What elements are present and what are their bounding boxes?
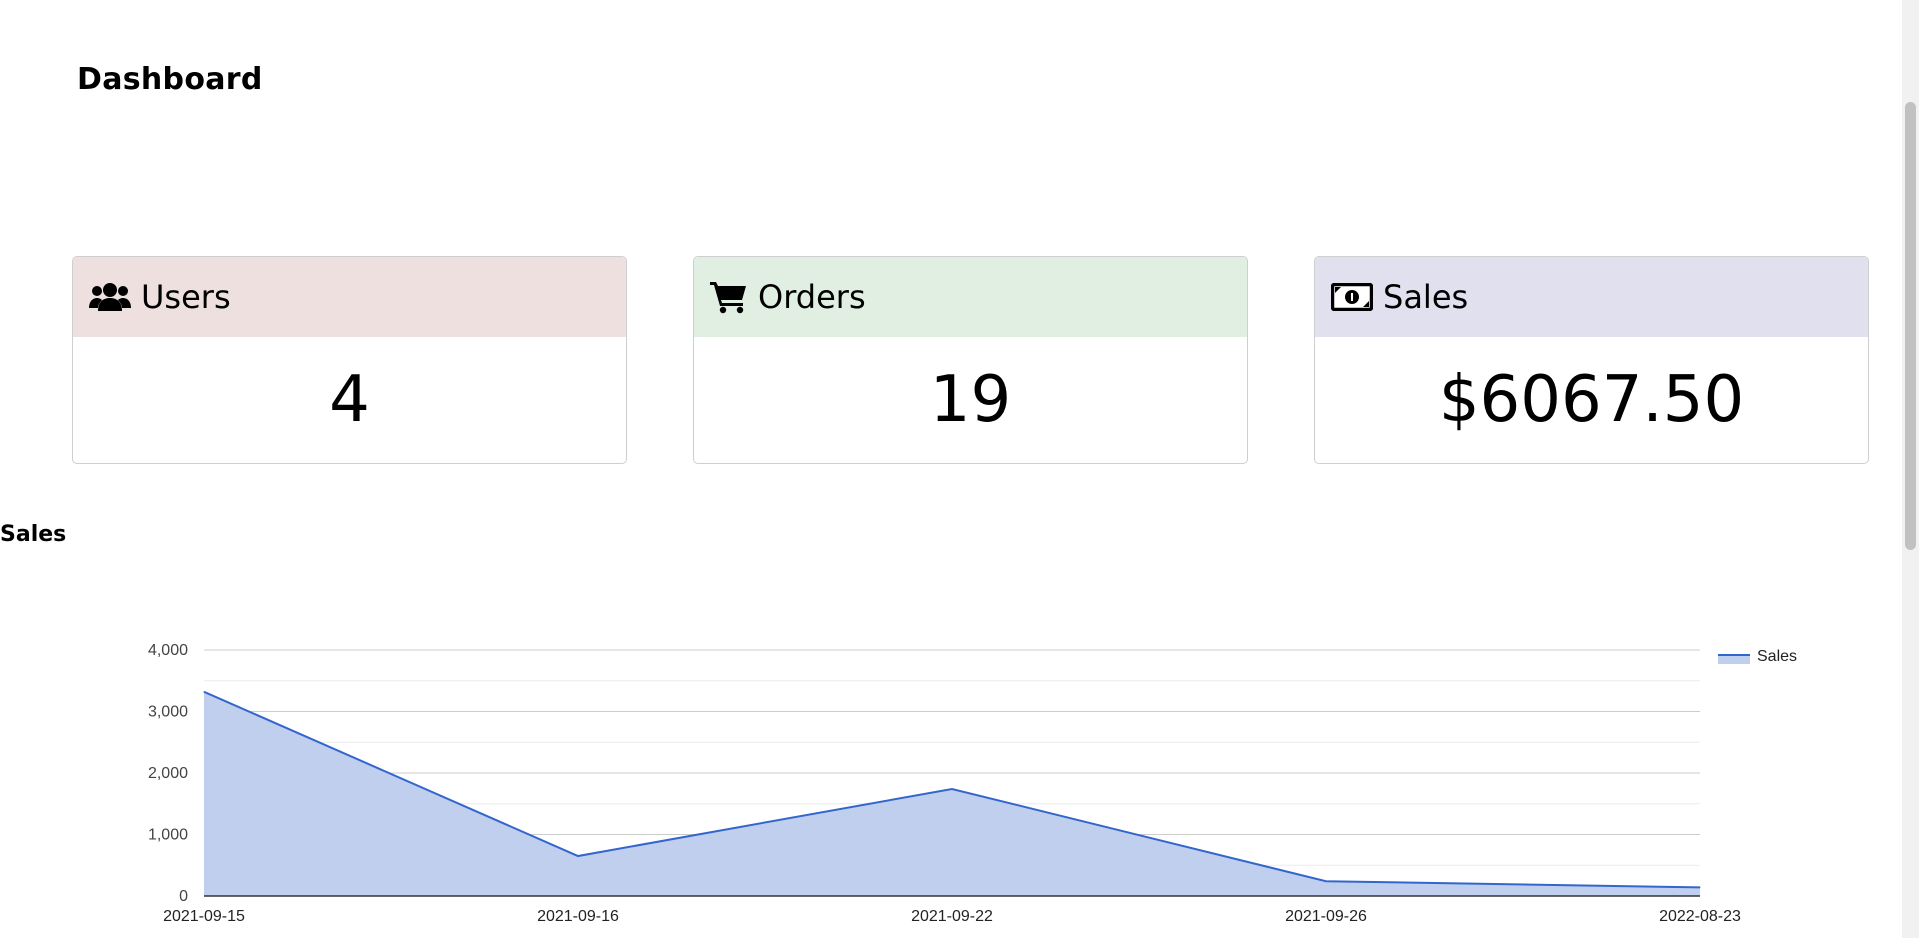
sales-card-header: Sales xyxy=(1315,257,1868,337)
y-tick-label: 4,000 xyxy=(148,642,188,659)
orders-card-label: Orders xyxy=(758,278,866,316)
y-tick-label: 0 xyxy=(179,888,188,905)
legend-swatch-fill xyxy=(1718,655,1750,664)
page-title: Dashboard xyxy=(77,62,263,97)
users-card: Users 4 xyxy=(72,256,627,464)
sales-data-point xyxy=(951,788,953,790)
money-bill-icon xyxy=(1331,283,1373,311)
orders-count: 19 xyxy=(929,363,1012,437)
users-card-label: Users xyxy=(141,278,231,316)
sales-data-point xyxy=(1699,886,1701,888)
scrollbar-thumb[interactable] xyxy=(1905,102,1916,550)
dashboard-page: Dashboard Users 4 Orders 19 Sales $6067.… xyxy=(0,0,1919,938)
users-card-header: Users xyxy=(73,257,626,337)
sales-data-point xyxy=(577,855,579,857)
sales-card-label: Sales xyxy=(1383,278,1469,316)
legend-label: Sales xyxy=(1757,648,1797,665)
sales-card: Sales $6067.50 xyxy=(1314,256,1869,464)
y-tick-label: 2,000 xyxy=(148,765,188,782)
sales-section-title: Sales xyxy=(0,522,67,547)
x-tick-label: 2021-09-22 xyxy=(911,908,993,925)
sales-area-chart: 0 1,000 2,000 3,000 4,000 2021-09-15 2021-09-1… xyxy=(148,642,1797,925)
y-tick-label: 1,000 xyxy=(148,827,188,844)
sales-data-point xyxy=(203,691,205,693)
orders-card-header: Orders xyxy=(694,257,1247,337)
x-tick-label: 2021-09-15 xyxy=(163,908,245,925)
y-tick-label: 3,000 xyxy=(148,704,188,721)
sales-total: $6067.50 xyxy=(1438,363,1745,437)
cart-icon xyxy=(710,280,748,314)
x-tick-label: 2021-09-26 xyxy=(1285,908,1367,925)
x-tick-label: 2022-08-23 xyxy=(1659,908,1741,925)
sales-data-point xyxy=(1325,880,1327,882)
x-tick-label: 2021-09-16 xyxy=(537,908,619,925)
vertical-scrollbar[interactable] xyxy=(1902,0,1919,938)
users-icon xyxy=(89,281,131,313)
users-count: 4 xyxy=(329,363,370,437)
orders-card: Orders 19 xyxy=(693,256,1248,464)
